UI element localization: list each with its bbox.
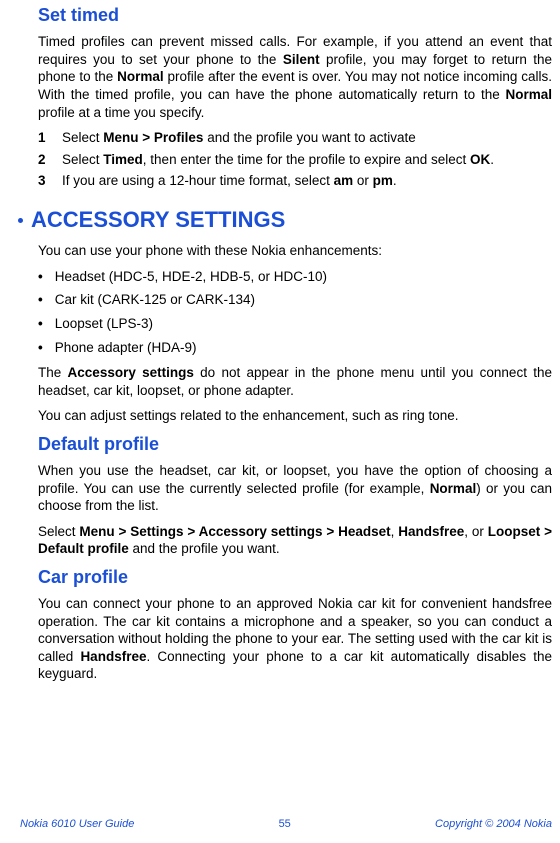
list-item: • Headset (HDC-5, HDE-2, HDB-5, or HDC-10… [38,268,552,286]
default-profile-select: Select Menu > Settings > Accessory setti… [38,523,552,558]
step-number: 1 [38,129,52,147]
text: and the profile you want. [129,541,280,556]
text: Select [62,152,103,167]
bold: pm [373,173,393,188]
heading-default-profile: Default profile [38,433,552,456]
footer-left: Nokia 6010 User Guide [20,817,134,831]
bullet-icon [18,218,23,223]
bold: Menu > Profiles [103,130,203,145]
text: or [353,173,373,188]
bold: Menu > Settings > Accessory settings > H… [79,524,390,539]
car-profile-desc: You can connect your phone to an approve… [38,595,552,683]
text: , or [464,524,487,539]
bold: Normal [505,87,552,102]
text: If you are using a 12-hour time format, … [62,173,334,188]
set-timed-steps: 1 Select Menu > Profiles and the profile… [38,129,552,190]
text: , then enter the time for the profile to… [143,152,470,167]
list-item: • Loopset (LPS-3) [38,315,552,333]
footer-right: Copyright © 2004 Nokia [435,817,552,831]
set-timed-intro: Timed profiles can prevent missed calls.… [38,33,552,121]
bold: OK [470,152,490,167]
step-text: If you are using a 12-hour time format, … [62,172,397,190]
text: and the profile you want to activate [203,130,415,145]
heading-accessory-wrap: ACCESSORY SETTINGS [20,198,552,243]
bold: Normal [117,69,164,84]
heading-car-profile: Car profile [38,566,552,589]
bold: Timed [103,152,143,167]
accessory-adjust: You can adjust settings related to the e… [38,407,552,425]
accessory-intro: You can use your phone with these Nokia … [38,242,552,260]
bold: Handsfree [80,649,146,664]
bullet-icon: • [38,268,43,286]
list-text: Car kit (CARK-125 or CARK-134) [55,291,255,309]
accessory-list: • Headset (HDC-5, HDE-2, HDB-5, or HDC-10… [38,268,552,356]
default-profile-desc: When you use the headset, car kit, or lo… [38,462,552,515]
list-text: Phone adapter (HDA-9) [55,339,197,357]
text: Select [38,524,79,539]
step-item: 1 Select Menu > Profiles and the profile… [38,129,552,147]
bold: Silent [283,52,320,67]
step-number: 3 [38,172,52,190]
list-text: Headset (HDC-5, HDE-2, HDB-5, or HDC-10) [55,268,327,286]
bold: Handsfree [398,524,464,539]
heading-set-timed: Set timed [38,4,552,27]
list-text: Loopset (LPS-3) [55,315,153,333]
text: profile at a time you specify. [38,105,204,120]
list-item: • Car kit (CARK-125 or CARK-134) [38,291,552,309]
text: Select [62,130,103,145]
text: The [38,365,68,380]
step-item: 3 If you are using a 12-hour time format… [38,172,552,190]
bullet-icon: • [38,315,43,333]
bold: Normal [430,481,477,496]
step-text: Select Timed, then enter the time for th… [62,151,494,169]
step-text: Select Menu > Profiles and the profile y… [62,129,416,147]
heading-accessory-settings: ACCESSORY SETTINGS [31,206,285,235]
bold: am [334,173,354,188]
text: . [393,173,397,188]
bullet-icon: • [38,339,43,357]
step-item: 2 Select Timed, then enter the time for … [38,151,552,169]
text: . [490,152,494,167]
list-item: • Phone adapter (HDA-9) [38,339,552,357]
page-footer: Nokia 6010 User Guide 55 Copyright © 200… [20,817,552,831]
accessory-note: The Accessory settings do not appear in … [38,364,552,399]
footer-page-number: 55 [279,817,291,831]
step-number: 2 [38,151,52,169]
bullet-icon: • [38,291,43,309]
bold: Accessory settings [68,365,194,380]
